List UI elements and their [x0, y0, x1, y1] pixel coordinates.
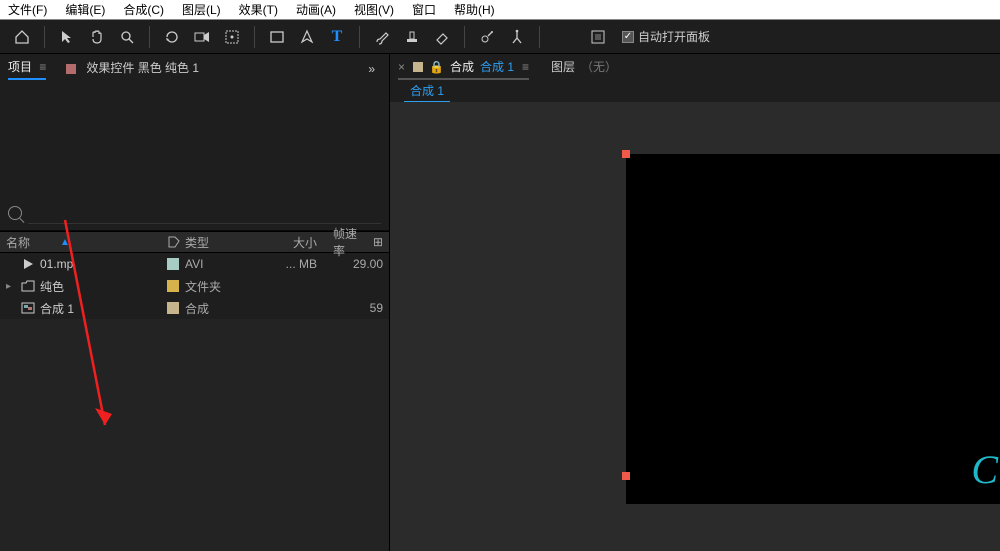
composition-panel: × 🔒 合成 合成 1 ≡ 图层 （无） 合成 1 C	[390, 54, 1000, 551]
auto-open-panel-check[interactable]: ✓ 自动打开面板	[622, 28, 710, 45]
item-type: 文件夹	[185, 278, 265, 295]
item-name: 纯色	[40, 278, 163, 295]
search-input[interactable]	[28, 202, 381, 224]
project-panel: 项目 ≡ 效果控件 黑色 纯色 1 » 名称 ▲ 类型 大小	[0, 54, 390, 551]
selection-tool-icon[interactable]	[55, 25, 79, 49]
lock-icon[interactable]: 🔒	[429, 60, 444, 74]
col-size[interactable]: 大小	[269, 234, 329, 251]
item-label-swatch	[167, 258, 181, 270]
close-tab-icon[interactable]: ×	[398, 60, 405, 74]
menu-layer[interactable]: 图层(L)	[182, 1, 221, 18]
eraser-tool-icon[interactable]	[430, 25, 454, 49]
zoom-tool-icon[interactable]	[115, 25, 139, 49]
tab-composition[interactable]: × 🔒 合成 合成 1 ≡	[398, 58, 529, 80]
layer-none: （无）	[581, 58, 617, 75]
comp-flow-tabs: 合成 1	[390, 80, 1000, 102]
col-name[interactable]: 名称	[6, 234, 30, 251]
tree-icon: ⊞	[373, 235, 383, 249]
label-column-icon[interactable]	[167, 235, 181, 249]
pan-behind-tool-icon[interactable]	[220, 25, 244, 49]
panel-menu-icon[interactable]: ≡	[39, 60, 46, 74]
menu-edit[interactable]: 编辑(E)	[65, 1, 105, 18]
menu-file[interactable]: 文件(F)	[8, 1, 47, 18]
item-type: 合成	[185, 300, 265, 317]
pen-tool-icon[interactable]	[295, 25, 319, 49]
flow-tab[interactable]: 合成 1	[404, 80, 450, 102]
roto-brush-tool-icon[interactable]	[475, 25, 499, 49]
selection-handle-icon[interactable]	[622, 472, 630, 480]
tab-effect-controls-label: 效果控件 黑色 纯色 1	[86, 59, 199, 79]
composition-panel-tabs: × 🔒 合成 合成 1 ≡ 图层 （无）	[390, 54, 1000, 80]
project-search	[0, 202, 389, 231]
expand-icon[interactable]: ▸	[6, 281, 16, 292]
selection-handle-icon[interactable]	[622, 150, 630, 158]
project-panel-tabs: 项目 ≡ 效果控件 黑色 纯色 1 »	[0, 54, 389, 80]
clone-stamp-tool-icon[interactable]	[400, 25, 424, 49]
comp-swatch-icon	[413, 62, 423, 72]
home-icon[interactable]	[10, 25, 34, 49]
separator	[149, 26, 150, 48]
separator	[254, 26, 255, 48]
composition-icon	[20, 301, 36, 315]
puppet-tool-icon[interactable]	[505, 25, 529, 49]
item-name: 合成 1	[40, 300, 163, 317]
item-label-swatch	[167, 302, 181, 314]
col-type[interactable]: 类型	[185, 234, 265, 251]
tab-effect-controls[interactable]: 效果控件 黑色 纯色 1	[66, 59, 199, 79]
item-type: AVI	[185, 257, 265, 271]
sort-arrow-icon[interactable]: ▲	[60, 237, 70, 248]
project-preview-area	[0, 80, 389, 202]
tab-project[interactable]: 项目 ≡	[8, 58, 46, 80]
item-fps: 59	[333, 301, 389, 315]
item-size: ... MB	[269, 257, 329, 271]
viewer-canvas[interactable]	[626, 154, 1000, 504]
composition-viewer[interactable]: C	[390, 102, 1000, 551]
search-icon	[8, 206, 22, 220]
project-row[interactable]: 01.mp AVI ... MB 29.00	[0, 253, 389, 275]
layer-label: 图层	[551, 58, 575, 75]
camera-tool-icon[interactable]	[190, 25, 214, 49]
separator	[359, 26, 360, 48]
snapping-icon[interactable]	[586, 25, 610, 49]
item-name: 01.mp	[40, 257, 163, 271]
hand-tool-icon[interactable]	[85, 25, 109, 49]
project-empty-area[interactable]	[0, 319, 389, 551]
menu-comp[interactable]: 合成(C)	[123, 1, 164, 18]
tab-layer[interactable]: 图层 （无）	[551, 58, 617, 80]
orbit-tool-icon[interactable]	[160, 25, 184, 49]
separator	[539, 26, 540, 48]
panel-menu-icon[interactable]: ≡	[522, 60, 529, 74]
project-row[interactable]: ▸ 纯色 文件夹	[0, 275, 389, 297]
main-area: 项目 ≡ 效果控件 黑色 纯色 1 » 名称 ▲ 类型 大小	[0, 54, 1000, 551]
auto-open-panel-label: 自动打开面板	[638, 28, 710, 45]
comp-text-content: C	[971, 446, 998, 493]
menu-bar: 文件(F) 编辑(E) 合成(C) 图层(L) 效果(T) 动画(A) 视图(V…	[0, 0, 1000, 20]
brush-tool-icon[interactable]	[370, 25, 394, 49]
project-row[interactable]: 合成 1 合成 59	[0, 297, 389, 319]
checkbox-icon: ✓	[622, 31, 634, 43]
menu-help[interactable]: 帮助(H)	[454, 1, 495, 18]
comp-name: 合成 1	[480, 58, 514, 75]
item-fps: 29.00	[333, 257, 389, 271]
more-tabs-icon[interactable]: »	[368, 62, 381, 76]
play-icon	[20, 257, 36, 271]
menu-anim[interactable]: 动画(A)	[296, 1, 336, 18]
menu-window[interactable]: 窗口	[412, 1, 436, 18]
toolbar: T ✓ 自动打开面板	[0, 20, 1000, 54]
folder-icon	[20, 279, 36, 293]
tab-project-label: 项目	[8, 60, 32, 74]
item-label-swatch	[167, 280, 181, 292]
separator	[44, 26, 45, 48]
separator	[464, 26, 465, 48]
rectangle-tool-icon[interactable]	[265, 25, 289, 49]
color-swatch-icon	[66, 64, 76, 74]
project-columns-header: 名称 ▲ 类型 大小 帧速率 ⊞	[0, 231, 389, 253]
menu-effect[interactable]: 效果(T)	[239, 1, 278, 18]
menu-view[interactable]: 视图(V)	[354, 1, 394, 18]
type-tool-icon[interactable]: T	[325, 25, 349, 49]
comp-label: 合成	[450, 58, 474, 75]
